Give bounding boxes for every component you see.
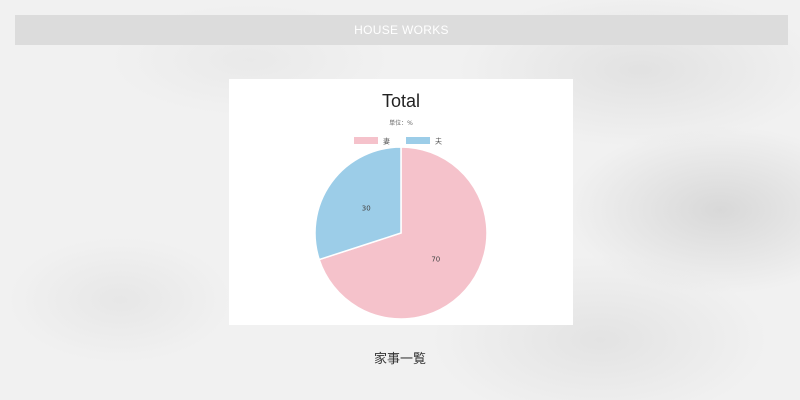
chart-subtitle: 単位：% <box>389 119 413 127</box>
header-title: HOUSE WORKS <box>354 23 449 37</box>
pie-slice-label-0: 70 <box>431 255 440 263</box>
legend-swatch-1 <box>406 137 430 144</box>
legend-label-1: 夫 <box>435 137 442 146</box>
pie-slices <box>314 146 488 320</box>
chart-title: Total <box>382 91 420 111</box>
pie-slice-label-1: 30 <box>362 205 371 213</box>
chart-card: Total 単位：% 妻夫 70 30 <box>229 79 573 325</box>
chart-legend: 妻夫 <box>354 137 442 146</box>
legend-label-0: 妻 <box>383 137 390 146</box>
pie-chart: Total 単位：% 妻夫 7030 <box>314 91 488 320</box>
header-bar: HOUSE WORKS <box>15 15 788 45</box>
legend-swatch-0 <box>354 137 378 144</box>
section-title: 家事一覧 <box>373 352 426 367</box>
